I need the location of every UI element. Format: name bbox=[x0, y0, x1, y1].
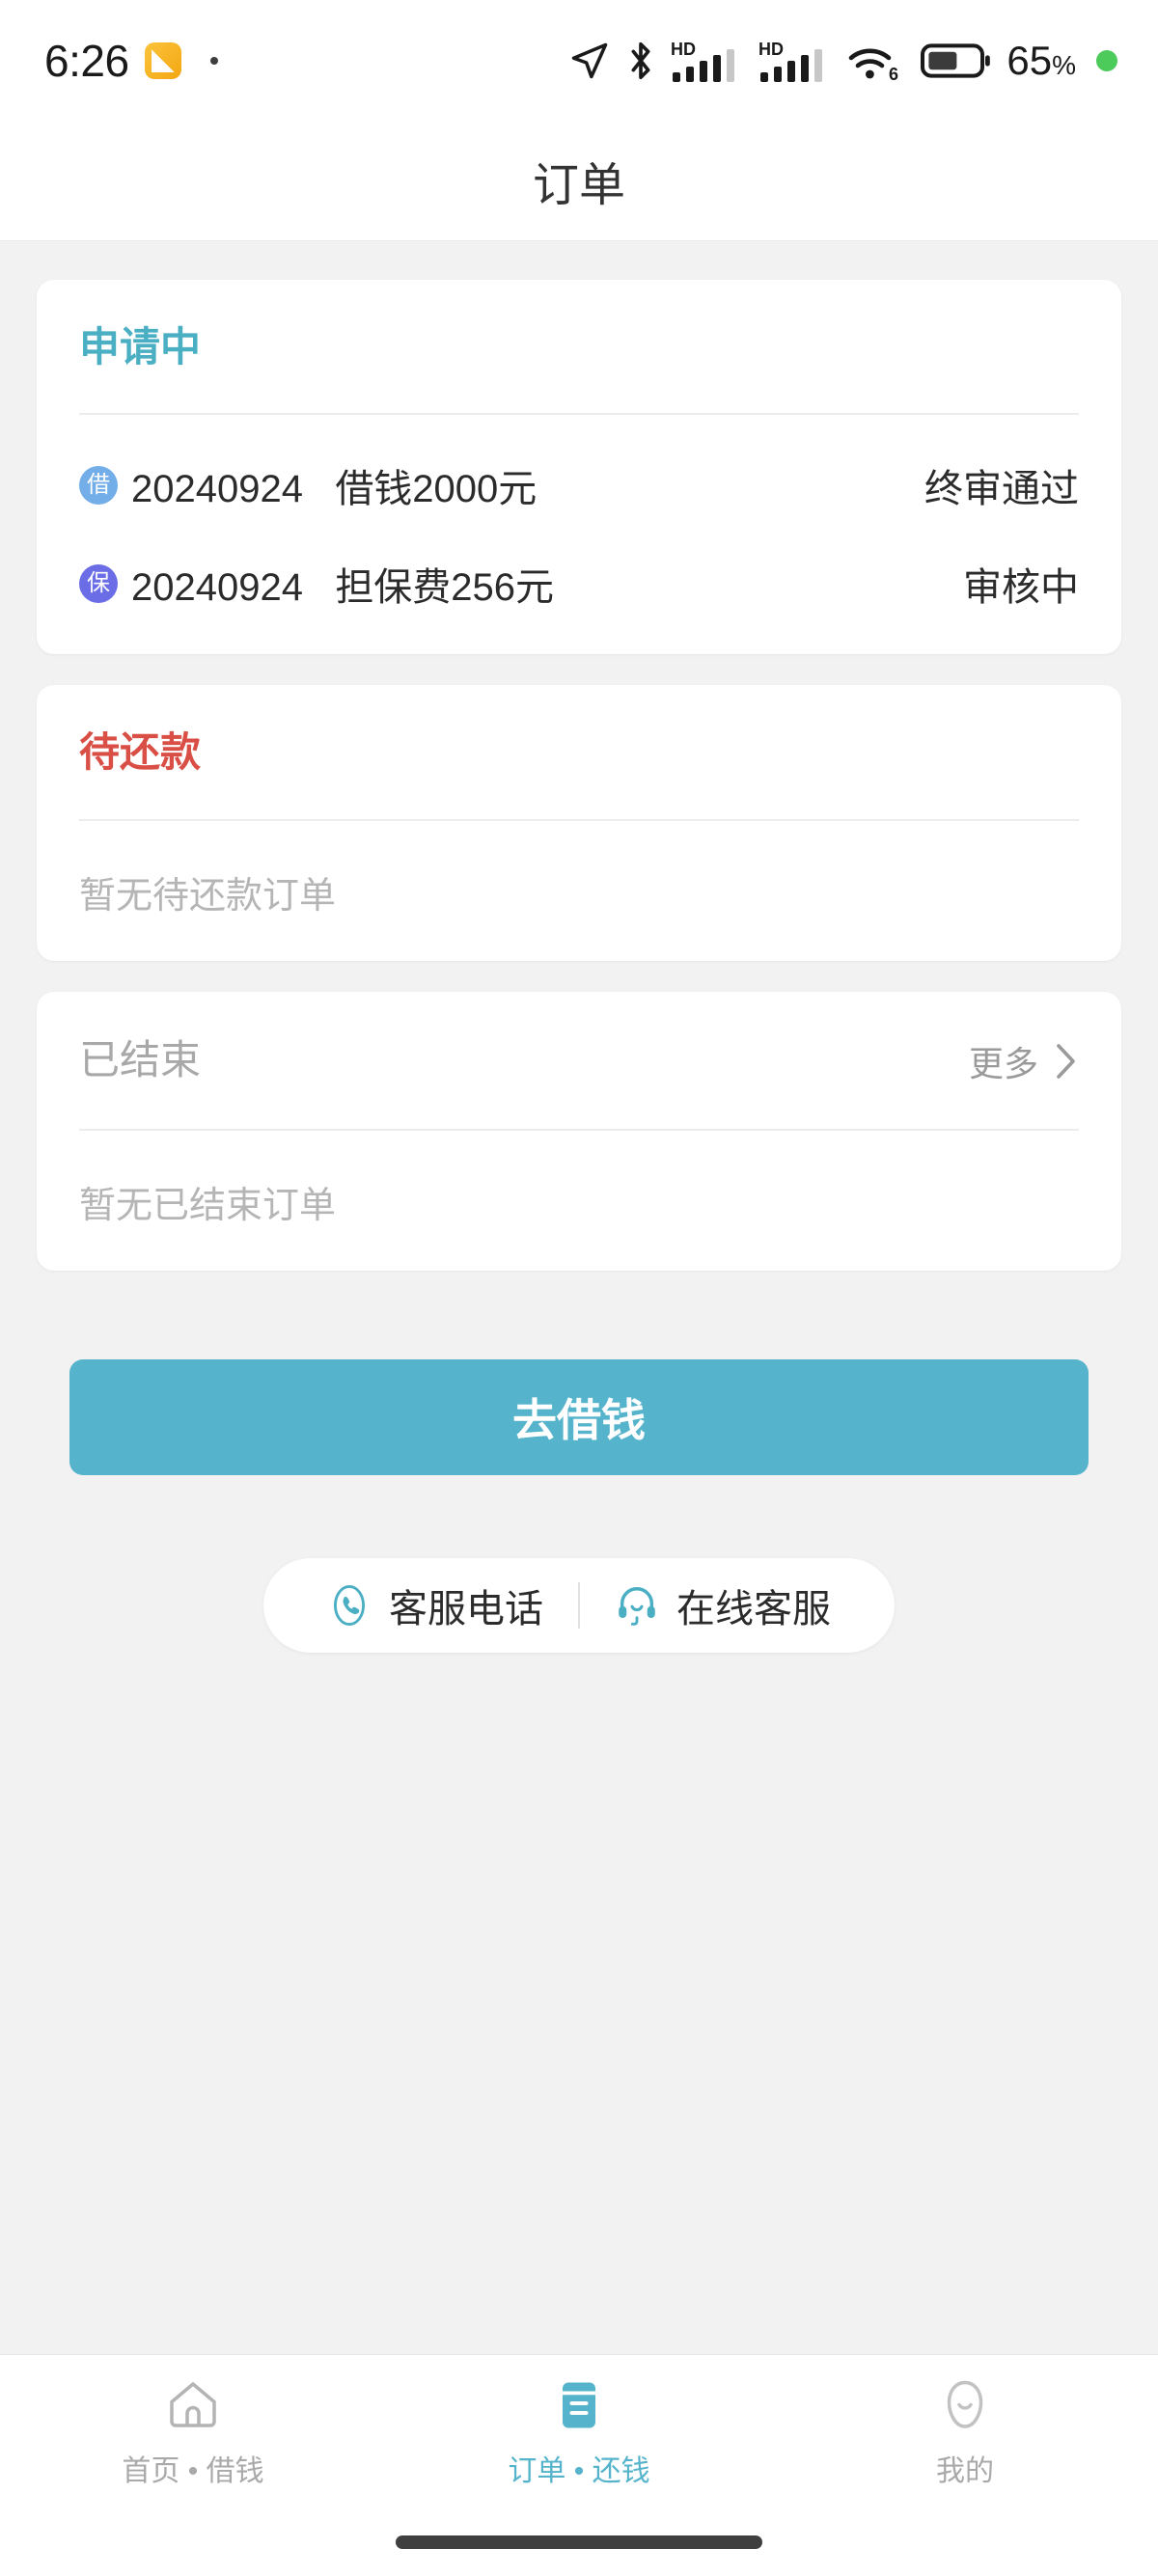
chevron-right-icon bbox=[1057, 1043, 1075, 1079]
tab-orders[interactable]: 订单 • 还钱 bbox=[386, 2375, 772, 2489]
status-bar-time: 6:26 bbox=[44, 35, 129, 86]
tab-profile[interactable]: 我的 bbox=[772, 2375, 1158, 2489]
borrow-money-button[interactable]: 去借钱 bbox=[69, 1358, 1089, 1475]
card-applying-header: 申请中 bbox=[79, 324, 1079, 370]
order-row-status: 审核中 bbox=[963, 566, 1079, 610]
card-finished-header: 已结束 更多 bbox=[79, 1036, 1079, 1086]
order-row[interactable]: 借 20240924 借钱2000元 终审通过 bbox=[79, 415, 1079, 513]
service-divider bbox=[578, 1581, 580, 1629]
empty-state-pending-repayment: 暂无待还款订单 bbox=[79, 875, 337, 917]
order-row-text: 20240924 借钱2000元 bbox=[131, 468, 538, 511]
status-bar: 6:26 HD HD 6 65 % bbox=[0, 0, 1158, 121]
card-finished: 已结束 更多 暂无已结束订单 bbox=[37, 991, 1121, 1271]
card-applying: 申请中 借 20240924 借钱2000元 终审通过 保 20240924 担… bbox=[37, 280, 1121, 655]
phone-icon bbox=[333, 1584, 366, 1626]
loan-badge-icon: 借 bbox=[79, 466, 118, 506]
bottom-tab-bar: 首页 • 借钱 订单 • 还钱 我的 bbox=[0, 2354, 1158, 2508]
service-phone-button[interactable]: 客服电话 bbox=[304, 1577, 566, 1633]
page-title: 订单 bbox=[532, 160, 625, 211]
card-pending-repayment: 待还款 暂无待还款订单 bbox=[37, 685, 1121, 961]
profile-icon bbox=[936, 2375, 994, 2435]
page-body: 申请中 借 20240924 借钱2000元 终审通过 保 20240924 担… bbox=[0, 241, 1158, 2354]
tab-orders-label: 订单 • 还钱 bbox=[508, 2454, 650, 2487]
card-finished-title: 已结束 bbox=[79, 1037, 202, 1083]
card-applying-title: 申请中 bbox=[79, 324, 202, 370]
empty-state-finished: 暂无已结束订单 bbox=[79, 1185, 337, 1226]
card-pending-repayment-title: 待还款 bbox=[79, 729, 202, 776]
svg-text:HD: HD bbox=[758, 40, 784, 59]
svg-text:6: 6 bbox=[889, 65, 898, 84]
svg-text:HD: HD bbox=[671, 40, 696, 59]
order-row[interactable]: 保 20240924 担保费256元 审核中 bbox=[79, 513, 1079, 612]
order-row-left: 借 20240924 借钱2000元 bbox=[79, 457, 537, 513]
home-icon bbox=[164, 2375, 222, 2435]
battery-percent: 65% bbox=[1006, 37, 1076, 83]
hd-signal-icon-2: HD bbox=[758, 40, 823, 82]
more-label: 更多 bbox=[968, 1043, 1038, 1083]
phone-screen: 6:26 HD HD 6 65 % 订单 申请中 借 20240924 借钱20… bbox=[0, 0, 1158, 2576]
tab-home-label: 首页 • 借钱 bbox=[122, 2454, 264, 2487]
page-header: 订单 bbox=[0, 121, 1158, 241]
status-bar-left: 6:26 bbox=[44, 35, 218, 87]
orders-icon bbox=[550, 2375, 608, 2435]
order-row-text: 20240924 担保费256元 bbox=[131, 566, 555, 610]
tab-profile-label: 我的 bbox=[936, 2454, 994, 2487]
service-phone-label: 客服电话 bbox=[389, 1587, 543, 1631]
hd-signal-icon-1: HD bbox=[671, 40, 735, 82]
service-online-label: 在线客服 bbox=[676, 1587, 831, 1631]
order-row-left: 保 20240924 担保费256元 bbox=[79, 556, 554, 612]
location-arrow-icon bbox=[572, 42, 608, 78]
order-row-status: 终审通过 bbox=[924, 468, 1079, 511]
headset-icon bbox=[619, 1586, 655, 1626]
status-bar-right: HD HD 6 65 % bbox=[568, 38, 1117, 84]
home-indicator-container bbox=[0, 2508, 1158, 2576]
card-pending-repayment-header: 待还款 bbox=[79, 729, 1079, 776]
cta-container: 去借钱 bbox=[37, 1302, 1121, 1475]
guarantee-badge-icon: 保 bbox=[79, 564, 118, 604]
home-indicator[interactable] bbox=[396, 2535, 762, 2549]
service-pill: 客服电话 在线客服 bbox=[263, 1557, 895, 1653]
wifi6-icon: 6 bbox=[849, 48, 898, 84]
notification-dot-icon bbox=[209, 56, 218, 65]
green-dot-icon bbox=[1096, 49, 1117, 71]
bluetooth-icon bbox=[631, 41, 650, 79]
more-link[interactable]: 更多 bbox=[969, 1036, 1079, 1086]
notification-app-icon bbox=[144, 41, 181, 79]
battery-icon bbox=[921, 42, 991, 78]
service-container: 客服电话 在线客服 bbox=[37, 1475, 1121, 1653]
tab-home[interactable]: 首页 • 借钱 bbox=[0, 2375, 386, 2489]
service-online-button[interactable]: 在线客服 bbox=[592, 1577, 854, 1633]
